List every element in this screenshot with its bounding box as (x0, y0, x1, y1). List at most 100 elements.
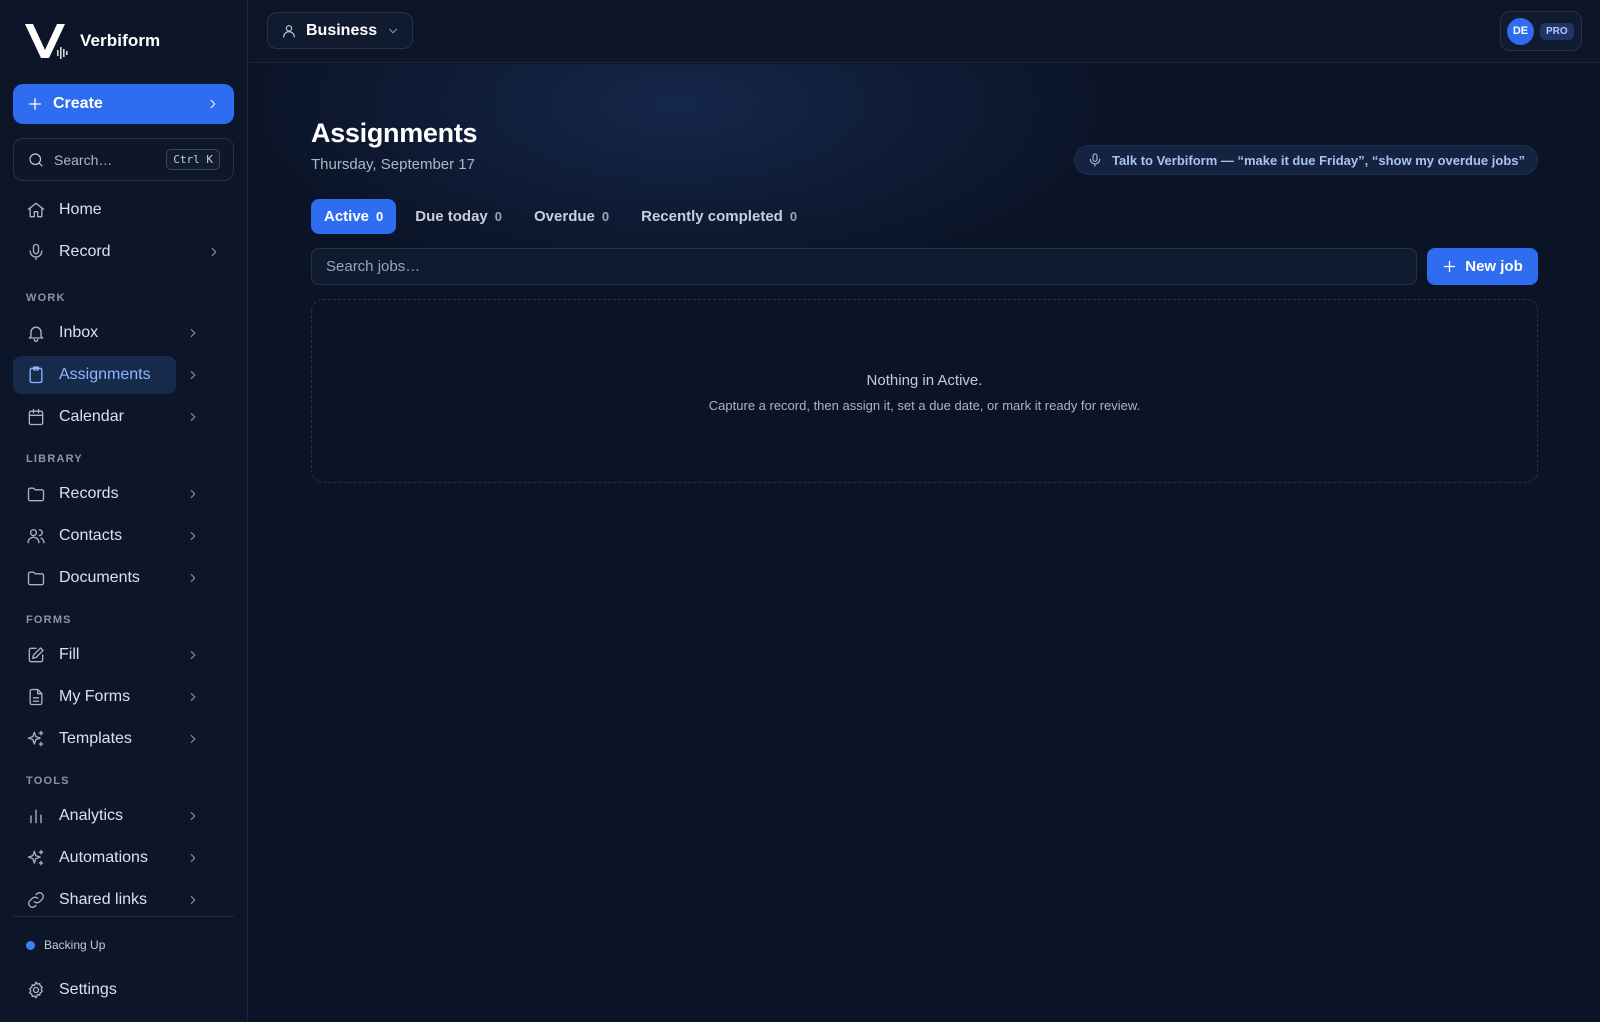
chevron-right-icon[interactable] (186, 571, 200, 585)
sidebar-item-label: My Forms (59, 688, 131, 705)
create-button[interactable]: Create (13, 84, 234, 124)
chevron-down-icon (386, 24, 400, 38)
tab-due-today[interactable]: Due today 0 (402, 199, 515, 234)
chevron-right-icon[interactable] (186, 809, 200, 823)
bar-chart-icon (26, 806, 46, 826)
plan-badge: PRO (1540, 22, 1574, 40)
sidebar-item-label: Templates (59, 730, 132, 747)
tab-label: Active (324, 208, 370, 225)
tab-count: 0 (376, 209, 384, 224)
empty-state: Nothing in Active. Capture a record, the… (311, 299, 1538, 483)
sidebar-item-home[interactable]: Home (13, 191, 234, 229)
folder-icon (26, 568, 46, 588)
sidebar-item-label: Calendar (59, 408, 124, 425)
section-label-work: WORK (26, 292, 66, 304)
sidebar-divider (13, 916, 234, 917)
chevron-right-icon[interactable] (186, 326, 200, 340)
chevron-right-icon[interactable] (186, 851, 200, 865)
tab-overdue[interactable]: Overdue 0 (521, 199, 622, 234)
empty-state-subtitle: Capture a record, then assign it, set a … (708, 398, 1141, 413)
new-job-label: New job (1465, 258, 1523, 275)
assignment-tabs: Active 0 Due today 0 Overdue 0 Recently … (311, 199, 810, 234)
link-icon (26, 890, 46, 910)
chevron-right-icon[interactable] (186, 732, 200, 746)
workspace-label: Business (306, 21, 378, 39)
sidebar-item-my-forms[interactable]: My Forms (13, 678, 176, 716)
app-logo[interactable]: Verbiform (24, 22, 160, 60)
sidebar-item-inbox[interactable]: Inbox (13, 314, 176, 352)
sidebar-item-label: Home (59, 201, 102, 218)
tab-recently-completed[interactable]: Recently completed 0 (628, 199, 810, 234)
sidebar-item-analytics[interactable]: Analytics (13, 797, 176, 835)
sidebar-item-label: Analytics (59, 807, 124, 824)
sidebar-item-assignments[interactable]: Assignments (13, 356, 176, 394)
page-date: Thursday, September 17 (311, 156, 475, 173)
chevron-right-icon[interactable] (186, 690, 200, 704)
pen-square-icon (26, 645, 46, 665)
account-menu[interactable]: DE PRO (1500, 11, 1582, 51)
chevron-right-icon[interactable] (186, 893, 200, 907)
sidebar-item-label: Records (59, 485, 119, 502)
plus-icon (1442, 259, 1457, 274)
app-name: Verbiform (80, 31, 161, 50)
voice-assistant-hint[interactable]: Talk to Verbiform — “make it due Friday”… (1074, 145, 1538, 175)
home-icon (26, 200, 46, 220)
sidebar-item-label: Contacts (59, 527, 123, 544)
search-icon (27, 151, 45, 169)
workspace-switcher[interactable]: Business (267, 12, 413, 49)
microphone-icon (1087, 152, 1103, 168)
folder-icon (26, 484, 46, 504)
sidebar-item-settings[interactable]: Settings (13, 971, 234, 1009)
sparkles-icon (26, 848, 46, 868)
sidebar-item-records[interactable]: Records (13, 475, 176, 513)
sidebar-item-fill[interactable]: Fill (13, 636, 176, 674)
tab-count: 0 (494, 209, 503, 224)
sidebar-item-label: Settings (59, 981, 117, 998)
sidebar-item-documents[interactable]: Documents (13, 559, 176, 597)
top-bar: Business DE PRO (249, 0, 1600, 63)
sidebar-item-automations[interactable]: Automations (13, 839, 176, 877)
chevron-right-icon[interactable] (186, 410, 200, 424)
section-label-forms: FORMS (26, 614, 72, 626)
plus-icon (27, 96, 43, 112)
chevron-right-icon[interactable] (186, 368, 200, 382)
sidebar-search-input[interactable] (54, 151, 158, 168)
calendar-icon (26, 407, 46, 427)
sidebar-item-shared-links[interactable]: Shared links (13, 881, 176, 919)
verbiform-logo-icon (25, 24, 68, 59)
chevron-right-icon[interactable] (186, 487, 200, 501)
tab-active[interactable]: Active 0 (311, 199, 397, 234)
sidebar-item-templates[interactable]: Templates (13, 720, 176, 758)
user-icon (281, 23, 297, 39)
sidebar-item-contacts[interactable]: Contacts (13, 517, 176, 555)
sidebar-search[interactable]: Ctrl K (13, 138, 234, 181)
main-content: Assignments Thursday, September 17 Talk … (249, 64, 1600, 1022)
users-icon (26, 526, 46, 546)
chevron-right-icon (206, 97, 220, 111)
chevron-right-icon (207, 245, 221, 259)
status-dot (26, 940, 35, 950)
sidebar: Verbiform Create Ctrl K Home Record (0, 0, 248, 1022)
tab-label: Recently completed (641, 208, 783, 225)
sidebar-item-label: Record (59, 243, 111, 260)
sync-status: Backing Up (26, 938, 105, 952)
sidebar-item-calendar[interactable]: Calendar (13, 398, 176, 436)
sidebar-item-record[interactable]: Record (13, 233, 234, 271)
sidebar-item-label: Assignments (59, 366, 151, 383)
chevron-right-icon[interactable] (186, 529, 200, 543)
sidebar-item-label: Automations (59, 849, 148, 866)
sidebar-item-label: Inbox (59, 324, 99, 341)
clipboard-icon (26, 365, 46, 385)
tab-count: 0 (601, 209, 610, 224)
shortcut-badge: Ctrl K (166, 149, 220, 170)
create-label: Create (53, 95, 103, 112)
jobs-search-input[interactable] (311, 248, 1417, 285)
file-text-icon (26, 687, 46, 707)
page-title: Assignments (311, 118, 478, 148)
gear-icon (26, 980, 46, 1000)
sidebar-item-label: Shared links (59, 891, 148, 908)
sidebar-item-label: Documents (59, 569, 140, 586)
chevron-right-icon[interactable] (186, 648, 200, 662)
tab-count: 0 (789, 209, 798, 224)
new-job-button[interactable]: New job (1427, 248, 1538, 285)
